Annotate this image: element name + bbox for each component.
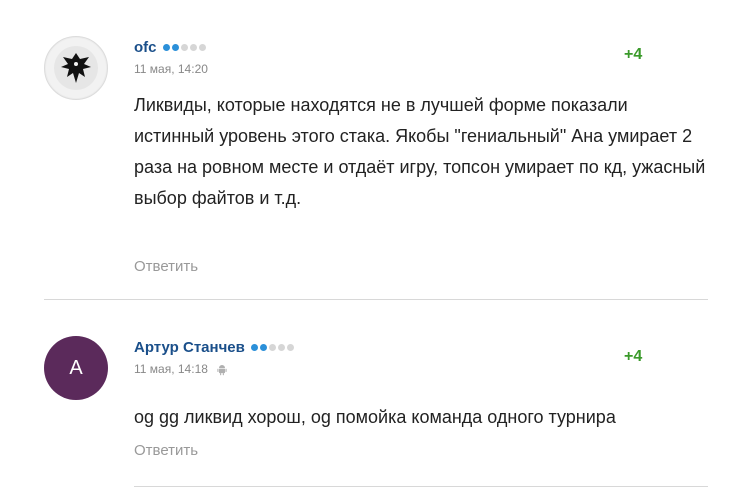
rating-dot <box>259 343 267 351</box>
avatar[interactable] <box>44 36 108 100</box>
comment-date: 11 мая, 14:18 <box>134 362 208 376</box>
comment-meta: ofc 11 мая, 14:20 <box>134 38 208 77</box>
avatar[interactable]: А <box>44 336 108 400</box>
comment-text: og gg ликвид хорош, og помойка команда о… <box>134 407 616 427</box>
author-name[interactable]: Артур Станчев <box>134 339 245 356</box>
user-rating <box>250 343 294 351</box>
comment-date: 11 мая, 14:20 <box>134 62 208 76</box>
comment-item: ofc 11 мая, 14:20 +4 Ликвиды, которые на… <box>0 0 730 300</box>
rating-dot <box>162 43 170 51</box>
divider <box>134 486 708 487</box>
avatar-letter: А <box>69 357 83 379</box>
germany-emblem-icon <box>46 38 106 98</box>
comment-meta: Артур Станчев 11 мая, 14:18 <box>134 338 294 376</box>
rating-dot <box>268 343 276 351</box>
comment-item: А Артур Станчев 11 мая, 14:18 +4 og gg л… <box>0 300 730 496</box>
reply-button[interactable]: Ответить <box>134 442 198 459</box>
android-icon <box>216 363 228 376</box>
rating-dot <box>171 43 179 51</box>
comment-score: +4 <box>624 46 643 63</box>
comment-text: Ликвиды, которые находятся не в лучшей ф… <box>134 95 706 208</box>
rating-dot <box>250 343 258 351</box>
rating-dot <box>180 43 188 51</box>
author-name[interactable]: ofc <box>134 39 157 56</box>
user-rating <box>162 43 206 51</box>
rating-dot <box>277 343 285 351</box>
reply-button[interactable]: Ответить <box>134 258 198 275</box>
comment-score: +4 <box>624 348 643 365</box>
rating-dot <box>198 43 206 51</box>
rating-dot <box>286 343 294 351</box>
rating-dot <box>189 43 197 51</box>
